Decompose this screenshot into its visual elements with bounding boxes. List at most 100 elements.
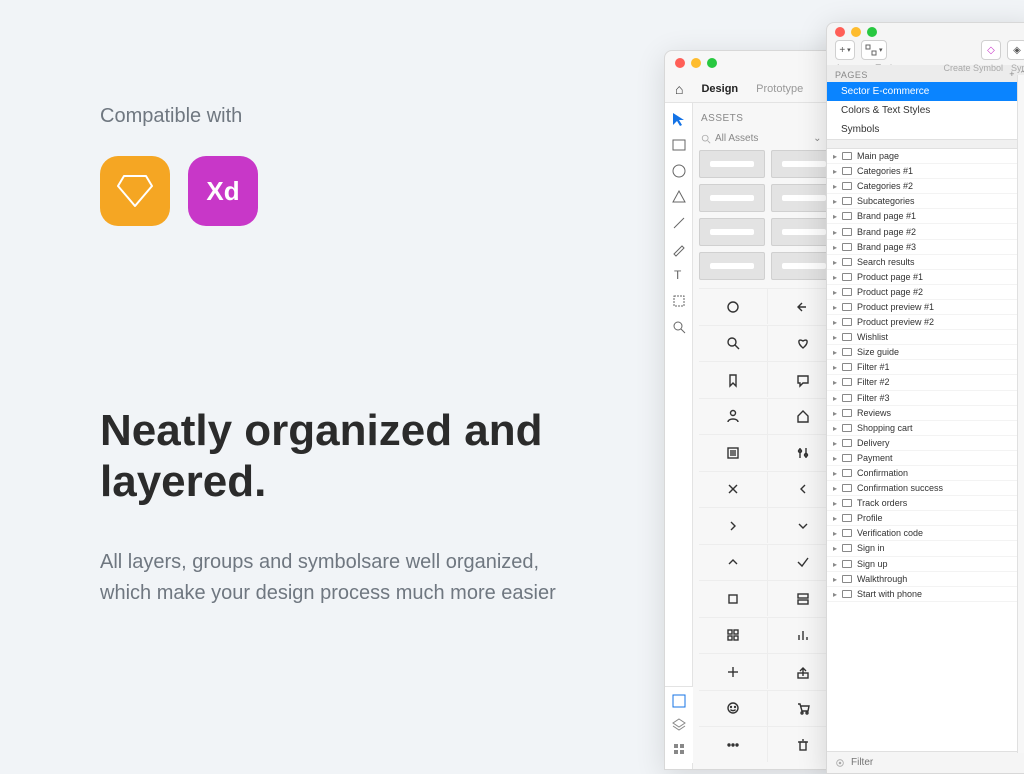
plugins-panel-button[interactable] [671,741,687,757]
disclosure-triangle-icon[interactable] [833,498,837,508]
circle-icon[interactable] [699,288,768,324]
layer-item[interactable]: Wishlist [827,330,1024,345]
layer-item[interactable]: Brand page #3 [827,240,1024,255]
disclosure-triangle-icon[interactable] [833,423,837,433]
asset-thumb[interactable] [699,184,765,212]
layer-item[interactable]: Product preview #2 [827,315,1024,330]
tab-prototype[interactable]: Prototype [756,83,803,95]
page-item[interactable]: Colors & Text Styles [827,101,1024,120]
disclosure-triangle-icon[interactable] [833,211,837,221]
layer-item[interactable]: Filter #1 [827,360,1024,375]
disclosure-triangle-icon[interactable] [833,227,837,237]
disclosure-triangle-icon[interactable] [833,408,837,418]
select-tool[interactable] [671,111,687,127]
asset-thumb[interactable] [699,150,765,178]
layer-item[interactable]: Start with phone [827,587,1024,602]
disclosure-triangle-icon[interactable] [833,559,837,569]
layer-item[interactable]: Profile [827,511,1024,526]
disclosure-triangle-icon[interactable] [833,362,837,372]
list-icon[interactable] [699,434,768,470]
close-window-button[interactable] [835,27,845,37]
disclosure-triangle-icon[interactable] [833,287,837,297]
layer-item[interactable]: Verification code [827,526,1024,541]
disclosure-triangle-icon[interactable] [833,543,837,553]
artboard-tool[interactable] [671,293,687,309]
layers-panel-button[interactable] [671,717,687,733]
rectangle-tool[interactable] [671,137,687,153]
layer-item[interactable]: Filter #2 [827,375,1024,390]
polygon-tool[interactable] [671,189,687,205]
line-tool[interactable] [671,215,687,231]
layer-item[interactable]: Product page #2 [827,285,1024,300]
bookmark-icon[interactable] [699,361,768,397]
user-icon[interactable] [699,398,768,434]
disclosure-triangle-icon[interactable] [833,453,837,463]
layer-item[interactable]: Confirmation success [827,481,1024,496]
layer-item[interactable]: Product page #1 [827,270,1024,285]
maximize-window-button[interactable] [867,27,877,37]
layer-item[interactable]: Payment [827,451,1024,466]
disclosure-triangle-icon[interactable] [833,181,837,191]
layer-item[interactable]: Filter #3 [827,391,1024,406]
layer-item[interactable]: Size guide [827,345,1024,360]
gear-icon[interactable] [835,758,845,768]
layer-item[interactable]: Confirmation [827,466,1024,481]
disclosure-triangle-icon[interactable] [833,393,837,403]
square-icon[interactable] [699,580,768,616]
close-icon[interactable] [699,471,768,507]
zoom-tool[interactable] [671,319,687,335]
tools-menu[interactable]: ▾ [861,40,887,60]
disclosure-triangle-icon[interactable] [833,589,837,599]
filter-input[interactable] [851,757,1024,768]
close-window-button[interactable] [675,58,685,68]
disclosure-triangle-icon[interactable] [833,377,837,387]
disclosure-triangle-icon[interactable] [833,242,837,252]
disclosure-triangle-icon[interactable] [833,438,837,448]
tab-design[interactable]: Design [701,83,738,95]
layer-item[interactable]: Categories #1 [827,164,1024,179]
chevron-right-icon[interactable] [699,507,768,543]
layer-item[interactable]: Shopping cart [827,421,1024,436]
disclosure-triangle-icon[interactable] [833,347,837,357]
minimize-window-button[interactable] [851,27,861,37]
disclosure-triangle-icon[interactable] [833,513,837,523]
layer-item[interactable]: Delivery [827,436,1024,451]
minimize-window-button[interactable] [691,58,701,68]
layer-item[interactable]: Walkthrough [827,572,1024,587]
disclosure-triangle-icon[interactable] [833,332,837,342]
layer-item[interactable]: Track orders [827,496,1024,511]
chevron-up-icon[interactable] [699,544,768,580]
ellipse-tool[interactable] [671,163,687,179]
layer-item[interactable]: Reviews [827,406,1024,421]
page-item[interactable]: Symbols [827,120,1024,139]
disclosure-triangle-icon[interactable] [833,483,837,493]
disclosure-triangle-icon[interactable] [833,196,837,206]
disclosure-triangle-icon[interactable] [833,272,837,282]
layer-item[interactable]: Main page [827,149,1024,164]
layer-item[interactable]: Brand page #2 [827,224,1024,239]
layer-item[interactable]: Categories #2 [827,179,1024,194]
grid-icon[interactable] [699,617,768,653]
search-icon[interactable] [699,325,768,361]
layer-item[interactable]: Search results [827,255,1024,270]
disclosure-triangle-icon[interactable] [833,257,837,267]
disclosure-triangle-icon[interactable] [833,151,837,161]
create-symbol-button[interactable]: ◇ [981,40,1001,60]
disclosure-triangle-icon[interactable] [833,302,837,312]
assets-filter-dropdown[interactable]: All Assets [715,133,809,144]
smile-icon[interactable] [699,690,768,726]
disclosure-triangle-icon[interactable] [833,468,837,478]
layer-item[interactable]: Sign in [827,541,1024,556]
asset-thumb[interactable] [699,218,765,246]
disclosure-triangle-icon[interactable] [833,574,837,584]
plus-icon[interactable] [699,653,768,689]
more-icon[interactable] [699,726,768,762]
page-item[interactable]: Sector E-commerce [827,82,1024,101]
layer-item[interactable]: Sign up [827,557,1024,572]
layer-item[interactable]: Product preview #1 [827,300,1024,315]
disclosure-triangle-icon[interactable] [833,528,837,538]
symbols-button[interactable]: ◈ [1007,40,1024,60]
insert-menu[interactable]: +▾ [835,40,855,60]
layer-item[interactable]: Subcategories [827,194,1024,209]
home-icon[interactable]: ⌂ [675,81,683,97]
